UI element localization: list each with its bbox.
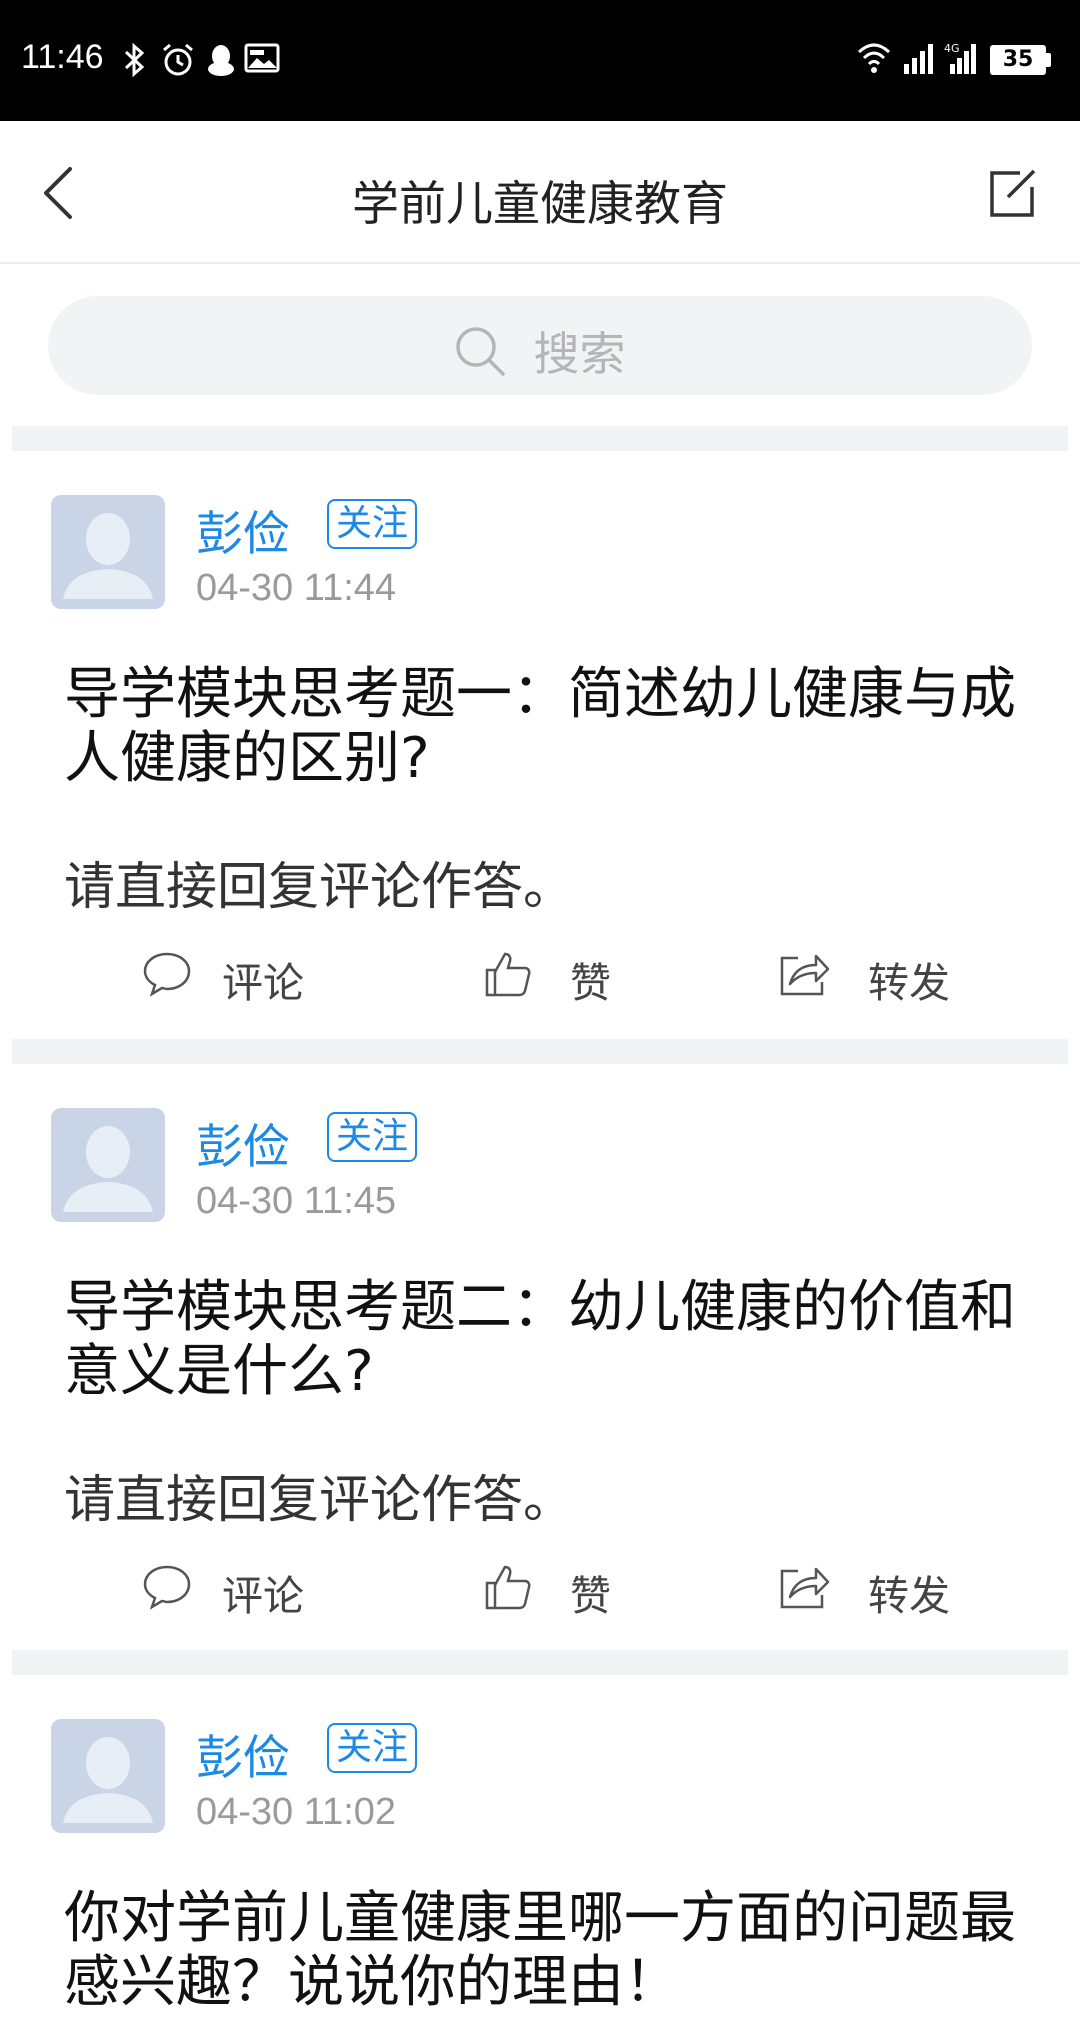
follow-button[interactable]: 关注 [327,1112,417,1162]
divider [12,1039,1068,1064]
status-bar: 11:46 4G 35 [0,0,1080,121]
search-bar[interactable]: 搜索 [48,296,1032,395]
avatar[interactable] [51,1108,165,1222]
thumbs-up-icon [485,1565,531,1610]
post-time: 04-30 11:02 [196,1791,397,1833]
battery-level: 35 [990,45,1046,75]
divider [12,1650,1068,1675]
user-placeholder-icon [63,513,153,599]
page-title: 学前儿童健康教育 [352,177,728,232]
comment-icon [143,1565,191,1610]
follow-button[interactable]: 关注 [327,1723,417,1773]
comment-button[interactable]: 评论 [142,1557,342,1620]
user-placeholder-icon [63,1737,153,1823]
search-placeholder: 搜索 [533,327,626,381]
comment-icon [143,952,191,997]
svg-text:4G: 4G [944,42,960,55]
image-notification-icon [244,43,280,73]
post-title[interactable]: 导学模块思考题二：幼儿健康的价值和意义是什么? [64,1276,1024,1404]
author-name[interactable]: 彭俭 [196,1108,290,1177]
share-icon [780,1567,830,1609]
avatar[interactable] [51,1719,165,1833]
qq-penguin-icon [208,45,234,76]
wifi-icon [857,43,891,73]
post-card[interactable]: 彭俭 关注 04-30 11:45 导学模块思考题二：幼儿健康的价值和意义是什么… [12,1064,1068,1650]
author-name[interactable]: 彭俭 [196,495,290,564]
share-icon [780,954,830,996]
signal-icon [904,44,933,74]
post-title[interactable]: 导学模块思考题一：简述幼儿健康与成人健康的区别? [64,663,1024,791]
post-actions: 评论 赞 转发 [12,944,1068,1007]
search-icon [456,327,506,376]
edit-icon[interactable] [984,165,1040,221]
post-body[interactable]: 请直接回复评论作答。 [64,1458,1024,1532]
share-button[interactable]: 转发 [778,1557,978,1620]
share-button[interactable]: 转发 [778,944,978,1007]
post-body[interactable]: 请直接回复评论作答。 [64,845,1024,919]
thumbs-up-icon [485,952,531,997]
follow-button[interactable]: 关注 [327,499,417,549]
user-placeholder-icon [63,1126,153,1212]
post-title[interactable]: 你对学前儿童健康里哪一方面的问题最感兴趣？说说你的理由！ [64,1887,1024,2015]
status-time: 11:46 [21,38,104,76]
divider [12,426,1068,451]
4g-signal-icon: 4G [944,42,976,74]
author-name[interactable]: 彭俭 [196,1719,290,1788]
alarm-icon [163,43,193,76]
nav-bar: 学前儿童健康教育 [0,121,1080,264]
avatar[interactable] [51,495,165,609]
post-card[interactable]: 彭俭 关注 04-30 11:02 你对学前儿童健康里哪一方面的问题最感兴趣？说… [12,1675,1068,2040]
post-time: 04-30 11:44 [196,567,397,609]
status-right: 4G 35 [856,40,1066,80]
like-button[interactable]: 赞 [484,944,634,1007]
like-button[interactable]: 赞 [484,1557,634,1620]
battery-icon: 35 [990,40,1060,80]
post-time: 04-30 11:45 [196,1180,397,1222]
bluetooth-icon [124,42,145,78]
comment-button[interactable]: 评论 [142,944,342,1007]
post-card[interactable]: 彭俭 关注 04-30 11:44 导学模块思考题一：简述幼儿健康与成人健康的区… [12,451,1068,1039]
post-actions: 评论 赞 转发 [12,1557,1068,1620]
